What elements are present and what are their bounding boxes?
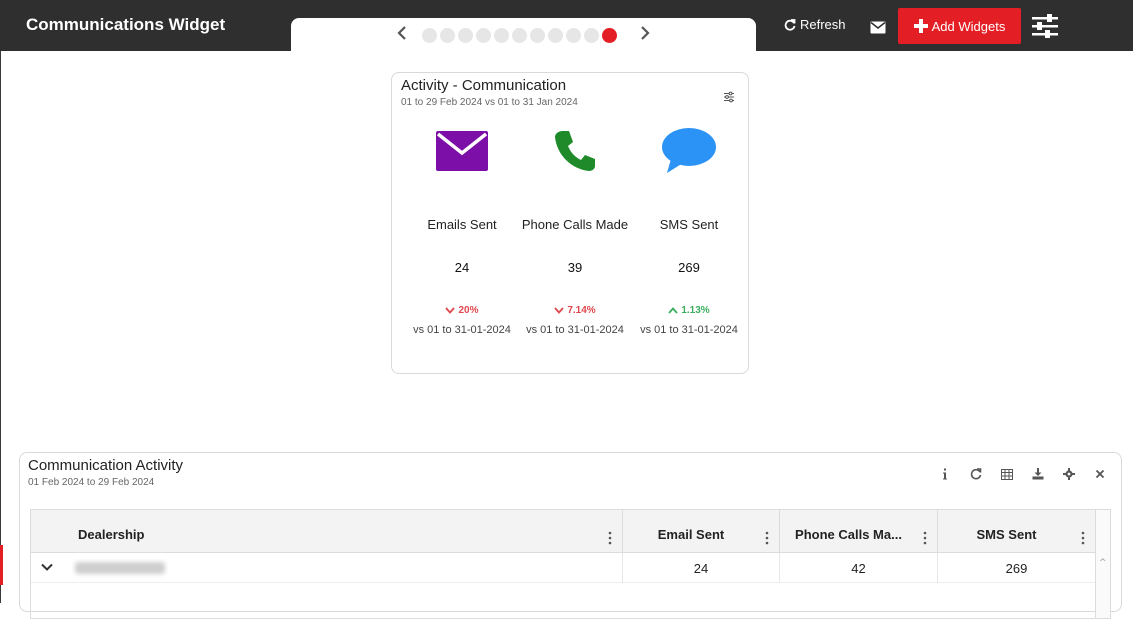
metric-value: 269 xyxy=(678,260,700,275)
column-menu-icon[interactable] xyxy=(1081,531,1085,545)
metric-label: Emails Sent xyxy=(427,217,497,232)
pager-dot[interactable] xyxy=(584,28,599,43)
pager-dots xyxy=(422,28,617,44)
metric-delta: 1.13% xyxy=(632,305,746,316)
close-icon xyxy=(1095,469,1105,479)
pager-dot[interactable] xyxy=(602,28,617,43)
metric-emails-sent: Emails Sent 24 20% vs 01 to 31-01-2024 xyxy=(405,73,519,373)
info-icon xyxy=(943,468,947,480)
pager-dot[interactable] xyxy=(458,28,473,43)
column-menu-icon[interactable] xyxy=(765,531,769,545)
column-header-email-sent[interactable]: Email Sent xyxy=(623,510,780,553)
column-menu-icon[interactable] xyxy=(923,531,927,545)
table-row[interactable]: 24 42 269 xyxy=(31,553,1110,583)
metric-label: Phone Calls Made xyxy=(521,217,629,232)
chevron-right-icon xyxy=(641,26,650,40)
metric-phone-calls-made: Phone Calls Made 39 7.14% vs 01 to 31-01… xyxy=(518,73,632,373)
cell-sms-sent: 269 xyxy=(938,553,1096,583)
envelope-icon xyxy=(870,21,886,34)
redacted-dealership-name xyxy=(75,562,165,574)
column-menu-icon[interactable] xyxy=(608,531,612,545)
envelope-icon xyxy=(436,131,488,171)
pager-dot[interactable] xyxy=(548,28,563,43)
column-header-phone-calls[interactable]: Phone Calls Ma... xyxy=(780,510,938,553)
chevron-down-icon xyxy=(554,307,564,314)
left-edge xyxy=(0,51,1,603)
metric-value: 39 xyxy=(567,260,583,275)
page-pager xyxy=(291,18,756,52)
column-header-dealership[interactable]: Dealership xyxy=(31,510,623,553)
table-icon xyxy=(1001,468,1013,480)
scroll-up-icon[interactable]: ^ xyxy=(1099,558,1107,568)
metric-delta: 7.14% xyxy=(518,305,632,316)
pager-dot[interactable] xyxy=(494,28,509,43)
table-view-button[interactable] xyxy=(1000,467,1014,481)
cell-email-sent: 24 xyxy=(623,553,780,583)
table-scrollbar[interactable]: ^ xyxy=(1095,510,1110,618)
close-widget-button[interactable] xyxy=(1093,467,1107,481)
pager-prev-button[interactable] xyxy=(395,25,409,41)
app-title: Communications Widget xyxy=(26,15,226,34)
communication-activity-panel: Communication Activity 01 Feb 2024 to 29… xyxy=(19,452,1122,619)
info-button[interactable] xyxy=(938,467,952,481)
layout-settings-button[interactable] xyxy=(1032,13,1058,39)
cell-dealership xyxy=(31,553,623,583)
chevron-up-icon xyxy=(668,307,678,314)
column-header-sms-sent[interactable]: SMS Sent xyxy=(938,510,1096,553)
gear-icon xyxy=(1063,468,1075,480)
metric-compare: vs 01 to 31-01-2024 xyxy=(413,324,511,336)
widget-settings-button[interactable] xyxy=(1062,467,1076,481)
add-widgets-label: Add Widgets xyxy=(931,18,1006,34)
metric-delta-value: 7.14% xyxy=(567,305,596,316)
pager-dot[interactable] xyxy=(422,28,437,43)
metric-compare: vs 01 to 31-01-2024 xyxy=(640,324,738,336)
chat-bubble-icon xyxy=(662,128,716,173)
refresh-icon xyxy=(784,18,796,31)
refresh-icon xyxy=(970,468,982,480)
table-header: Dealership Email Sent Phone Calls Ma... … xyxy=(31,510,1110,553)
panel-date-range: 01 Feb 2024 to 29 Feb 2024 xyxy=(28,477,155,488)
pager-next-button[interactable] xyxy=(638,25,652,41)
left-edge-marker xyxy=(0,545,3,585)
cell-phone-calls: 42 xyxy=(780,553,938,583)
panel-title: Communication Activity xyxy=(28,457,184,474)
chevron-left-icon xyxy=(397,26,406,40)
download-icon xyxy=(1032,468,1044,480)
metric-compare: vs 01 to 31-01-2024 xyxy=(526,324,624,336)
chevron-down-icon[interactable] xyxy=(41,561,53,573)
pager-dot[interactable] xyxy=(530,28,545,43)
chevron-down-icon xyxy=(445,307,456,314)
metric-label: SMS Sent xyxy=(659,217,719,232)
metric-delta-value: 1.13% xyxy=(681,305,710,316)
metric-delta: 20% xyxy=(405,305,519,316)
refresh-button[interactable]: Refresh xyxy=(784,17,846,32)
plus-icon xyxy=(913,19,928,33)
top-bar: Communications Widget Refresh Add Widget… xyxy=(0,0,1133,52)
activity-communication-card: Activity - Communication 01 to 29 Feb 20… xyxy=(391,72,749,374)
panel-toolbar xyxy=(938,467,1107,481)
phone-icon xyxy=(555,131,595,171)
download-button[interactable] xyxy=(1031,467,1045,481)
metric-delta-value: 20% xyxy=(458,305,479,316)
refresh-widget-button[interactable] xyxy=(969,467,983,481)
pager-dot[interactable] xyxy=(566,28,581,43)
refresh-label: Refresh xyxy=(800,17,846,32)
pager-dot[interactable] xyxy=(476,28,491,43)
pager-dot[interactable] xyxy=(440,28,455,43)
metric-value: 24 xyxy=(454,260,470,275)
add-widgets-button[interactable]: Add Widgets xyxy=(898,8,1021,44)
pager-dot[interactable] xyxy=(512,28,527,43)
metric-sms-sent: SMS Sent 269 1.13% vs 01 to 31-01-2024 xyxy=(632,73,746,373)
mail-button[interactable] xyxy=(870,19,886,34)
sliders-icon xyxy=(1032,14,1058,38)
